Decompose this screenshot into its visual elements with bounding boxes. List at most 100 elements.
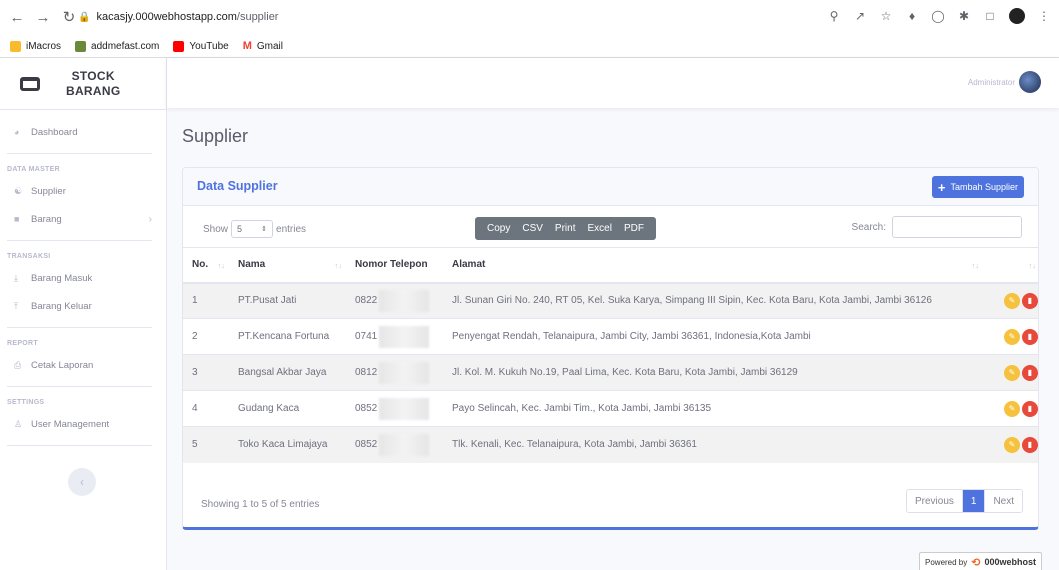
col-telepon[interactable]: Nomor Telepon (346, 247, 443, 284)
star-icon[interactable]: ☆ (879, 9, 893, 23)
sidebar-divider (7, 445, 152, 446)
edit-icon[interactable]: ✎ (1004, 328, 1020, 345)
csv-button[interactable]: CSV (516, 223, 549, 234)
dashboard-icon: ◕ (14, 127, 20, 137)
edit-icon[interactable]: ✎ (1004, 364, 1020, 381)
sidebar-toggle-button[interactable]: ‹ (68, 468, 96, 496)
table-row: 3 Bangsal Akbar Jaya 0812 Jl. Kol. M. Kukuh… (183, 354, 1038, 391)
cell-actions: ✎ ▮ (983, 390, 1038, 427)
trash-icon[interactable]: ▮ (1022, 292, 1038, 309)
cell-actions: ✎ ▮ (983, 426, 1038, 463)
col-alamat[interactable]: Alamat ↑↓ (443, 247, 983, 284)
forward-icon[interactable]: → (32, 6, 54, 28)
extension-icon[interactable]: ♦ (905, 9, 919, 23)
cell-alamat: Jl. Sunan Giri No. 240, RT 05, Kel. Suka… (443, 282, 983, 319)
entries-select[interactable]: 5 ⇕ (231, 220, 274, 238)
download-icon: ⤓ (14, 272, 18, 283)
bookmark-youtube[interactable]: YouTube (173, 40, 229, 52)
brand[interactable]: STOCK BARANG (0, 58, 166, 110)
sidebar-item-barang[interactable]: ■ Barang › (0, 205, 166, 233)
shield-icon[interactable]: ◯ (931, 9, 945, 23)
puzzle-icon[interactable]: ✱ (957, 9, 971, 23)
users-icon: ☯ (14, 185, 23, 196)
previous-button[interactable]: Previous (906, 490, 962, 512)
plus-icon: + (937, 179, 946, 195)
user-cog-icon: ♙ (14, 418, 23, 429)
page-title: Supplier (182, 126, 249, 146)
export-buttons: Copy CSV Print Excel PDF (475, 217, 656, 240)
copy-button[interactable]: Copy (481, 223, 516, 234)
user-dropdown[interactable]: Administrator (968, 71, 1041, 93)
trash-icon[interactable]: ▮ (1022, 328, 1038, 345)
print-icon: ⎙ (14, 359, 22, 370)
powered-by-badge[interactable]: Powered by ⟲ 000webhost (919, 552, 1042, 570)
table-controls: Show 5 ⇕ entries Copy CSV Print Excel PDF… (183, 206, 1038, 246)
sidebar-heading: SETTINGS (7, 398, 45, 406)
col-actions[interactable]: ↑↓ (983, 247, 1038, 284)
topbar: Administrator (167, 58, 1059, 108)
sidebar-divider (7, 327, 152, 328)
col-no[interactable]: No. ↑↓ (183, 247, 229, 284)
page-1-button[interactable]: 1 (961, 490, 985, 512)
card-header: Data Supplier + Tambah Supplier (183, 168, 1038, 206)
cell-telepon: 0812 (346, 354, 443, 391)
next-button[interactable]: Next (984, 490, 1022, 512)
col-nama[interactable]: Nama ↑↓ (229, 247, 346, 284)
redacted-blur (379, 397, 430, 420)
cell-no: 1 (183, 282, 229, 319)
sidepanel-icon[interactable]: □ (983, 9, 997, 23)
sidebar-divider (7, 240, 152, 241)
trash-icon[interactable]: ▮ (1022, 364, 1038, 381)
redacted-blur (379, 433, 430, 456)
sidebar-item-dashboard[interactable]: ◕ Dashboard (0, 118, 166, 146)
supplier-table: No. ↑↓ Nama ↑↓ Nomor Telepon Alamat ↑↓ ↑↓ 1… (183, 247, 1038, 463)
sidebar-item-supplier[interactable]: ☯ Supplier (0, 177, 166, 205)
brand-text: STOCK BARANG (66, 68, 121, 98)
cell-alamat: Jl. Kol. M. Kukuh No.19, Paal Lima, Kec.… (443, 354, 983, 391)
000webhost-logo-icon: ⟲ (971, 556, 981, 569)
folder-icon (10, 40, 21, 52)
search-control: Search: (852, 216, 1022, 238)
menu-icon[interactable]: ⋮ (1037, 9, 1051, 23)
back-icon[interactable]: ← (6, 6, 28, 28)
folder-icon: ■ (14, 214, 20, 224)
edit-icon[interactable]: ✎ (1004, 436, 1020, 453)
sidebar-item-barang-masuk[interactable]: ⤓ Barang Masuk (0, 264, 166, 292)
sidebar-item-barang-keluar[interactable]: ⤒ Barang Keluar (0, 292, 166, 320)
search-input[interactable] (892, 216, 1022, 238)
cell-nama: PT.Pusat Jati (229, 282, 346, 319)
redacted-blur (379, 289, 430, 312)
trash-icon[interactable]: ▮ (1022, 400, 1038, 417)
pdf-button[interactable]: PDF (618, 223, 650, 234)
excel-button[interactable]: Excel (581, 223, 617, 234)
sidebar-item-cetak-laporan[interactable]: ⎙ Cetak Laporan (0, 351, 166, 379)
cell-no: 3 (183, 354, 229, 391)
sidebar-item-user-management[interactable]: ♙ User Management (0, 410, 166, 438)
inbox-icon (20, 76, 40, 91)
youtube-icon (173, 40, 185, 52)
chevron-right-icon: › (148, 213, 152, 225)
length-control: Show 5 ⇕ entries (203, 220, 306, 238)
edit-icon[interactable]: ✎ (1004, 400, 1020, 417)
trash-icon[interactable]: ▮ (1022, 436, 1038, 453)
print-button[interactable]: Print (549, 223, 582, 234)
add-supplier-button[interactable]: + Tambah Supplier (931, 176, 1024, 198)
zoom-icon[interactable]: ⚲ (827, 9, 841, 23)
reload-icon[interactable]: ↻ (58, 6, 80, 28)
bookmark-addmefast[interactable]: addmefast.com (75, 40, 159, 52)
cell-actions: ✎ ▮ (983, 282, 1038, 319)
cell-telepon: 0852 (346, 426, 443, 463)
profile-icon[interactable] (1009, 8, 1025, 24)
sidebar-divider (7, 153, 152, 154)
user-name: Administrator (967, 77, 1015, 87)
edit-icon[interactable]: ✎ (1004, 292, 1020, 309)
cell-actions: ✎ ▮ (983, 354, 1038, 391)
cell-nama: Bangsal Akbar Jaya (229, 354, 346, 391)
bookmark-imacros[interactable]: iMacros (10, 40, 61, 52)
bookmark-gmail[interactable]: M Gmail (243, 40, 283, 52)
chevron-left-icon: ‹ (80, 475, 84, 489)
table-row: 2 PT.Kencana Fortuna 0741 Penyengat Rendah,… (183, 318, 1038, 355)
share-icon[interactable]: ↗ (853, 9, 867, 23)
cell-telepon: 0852 (346, 390, 443, 427)
cell-alamat: Tlk. Kenali, Kec. Telanaipura, Kota Jamb… (443, 426, 983, 463)
